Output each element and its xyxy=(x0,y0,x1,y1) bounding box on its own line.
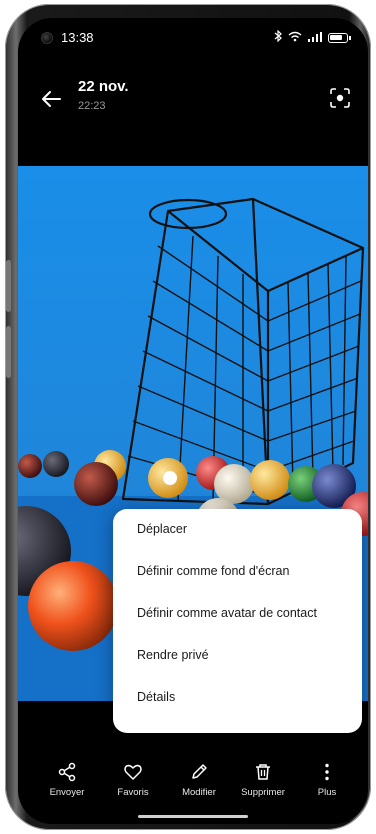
photo-date-title: 22 nov. xyxy=(78,78,129,95)
side-button-lower xyxy=(6,326,11,378)
front-camera xyxy=(41,32,53,44)
menu-item-details[interactable]: Détails xyxy=(137,677,354,717)
edit-label: Modifier xyxy=(182,787,216,798)
home-indicator[interactable] xyxy=(138,815,248,818)
context-menu: Déplacer Définir comme fond d'écran Défi… xyxy=(113,509,362,733)
trash-icon xyxy=(256,764,270,780)
delete-button[interactable]: Supprimer xyxy=(230,762,296,798)
favorites-button[interactable]: Favoris xyxy=(100,762,166,798)
bluetooth-icon xyxy=(274,29,282,45)
delete-label: Supprimer xyxy=(241,787,285,798)
screen: 13:38 22 nov. 22:23 Déplacer Définir com… xyxy=(18,18,368,824)
bottom-toolbar: Envoyer Favoris Modifier Supprimer Plus xyxy=(18,762,368,812)
heart-icon xyxy=(124,764,142,780)
more-label: Plus xyxy=(317,787,337,798)
phone-frame: 13:38 22 nov. 22:23 Déplacer Définir com… xyxy=(5,4,371,830)
lens-scan-icon[interactable] xyxy=(328,86,352,110)
menu-item-set-contact-avatar[interactable]: Définir comme avatar de contact xyxy=(137,593,354,633)
more-icon xyxy=(325,763,329,781)
pencil-icon xyxy=(192,764,207,779)
share-label: Envoyer xyxy=(49,787,85,798)
edit-button[interactable]: Modifier xyxy=(166,762,232,798)
status-bar: 13:38 xyxy=(18,18,368,58)
signal-icon xyxy=(308,31,322,45)
menu-item-make-private[interactable]: Rendre privé xyxy=(137,635,354,675)
favorites-label: Favoris xyxy=(117,787,149,798)
status-time: 13:38 xyxy=(61,30,94,45)
share-icon xyxy=(58,762,76,782)
status-icons xyxy=(274,29,351,45)
photo-time-subtitle: 22:23 xyxy=(78,100,106,112)
back-arrow-icon[interactable] xyxy=(40,88,62,110)
side-button-upper xyxy=(6,260,11,312)
battery-icon xyxy=(328,32,351,43)
menu-item-move[interactable]: Déplacer xyxy=(137,509,354,549)
viewer-header: 22 nov. 22:23 xyxy=(18,76,368,126)
more-button[interactable]: Plus xyxy=(294,762,360,798)
wifi-icon xyxy=(288,31,302,45)
share-button[interactable]: Envoyer xyxy=(34,762,100,798)
menu-item-set-wallpaper[interactable]: Définir comme fond d'écran xyxy=(137,551,354,591)
